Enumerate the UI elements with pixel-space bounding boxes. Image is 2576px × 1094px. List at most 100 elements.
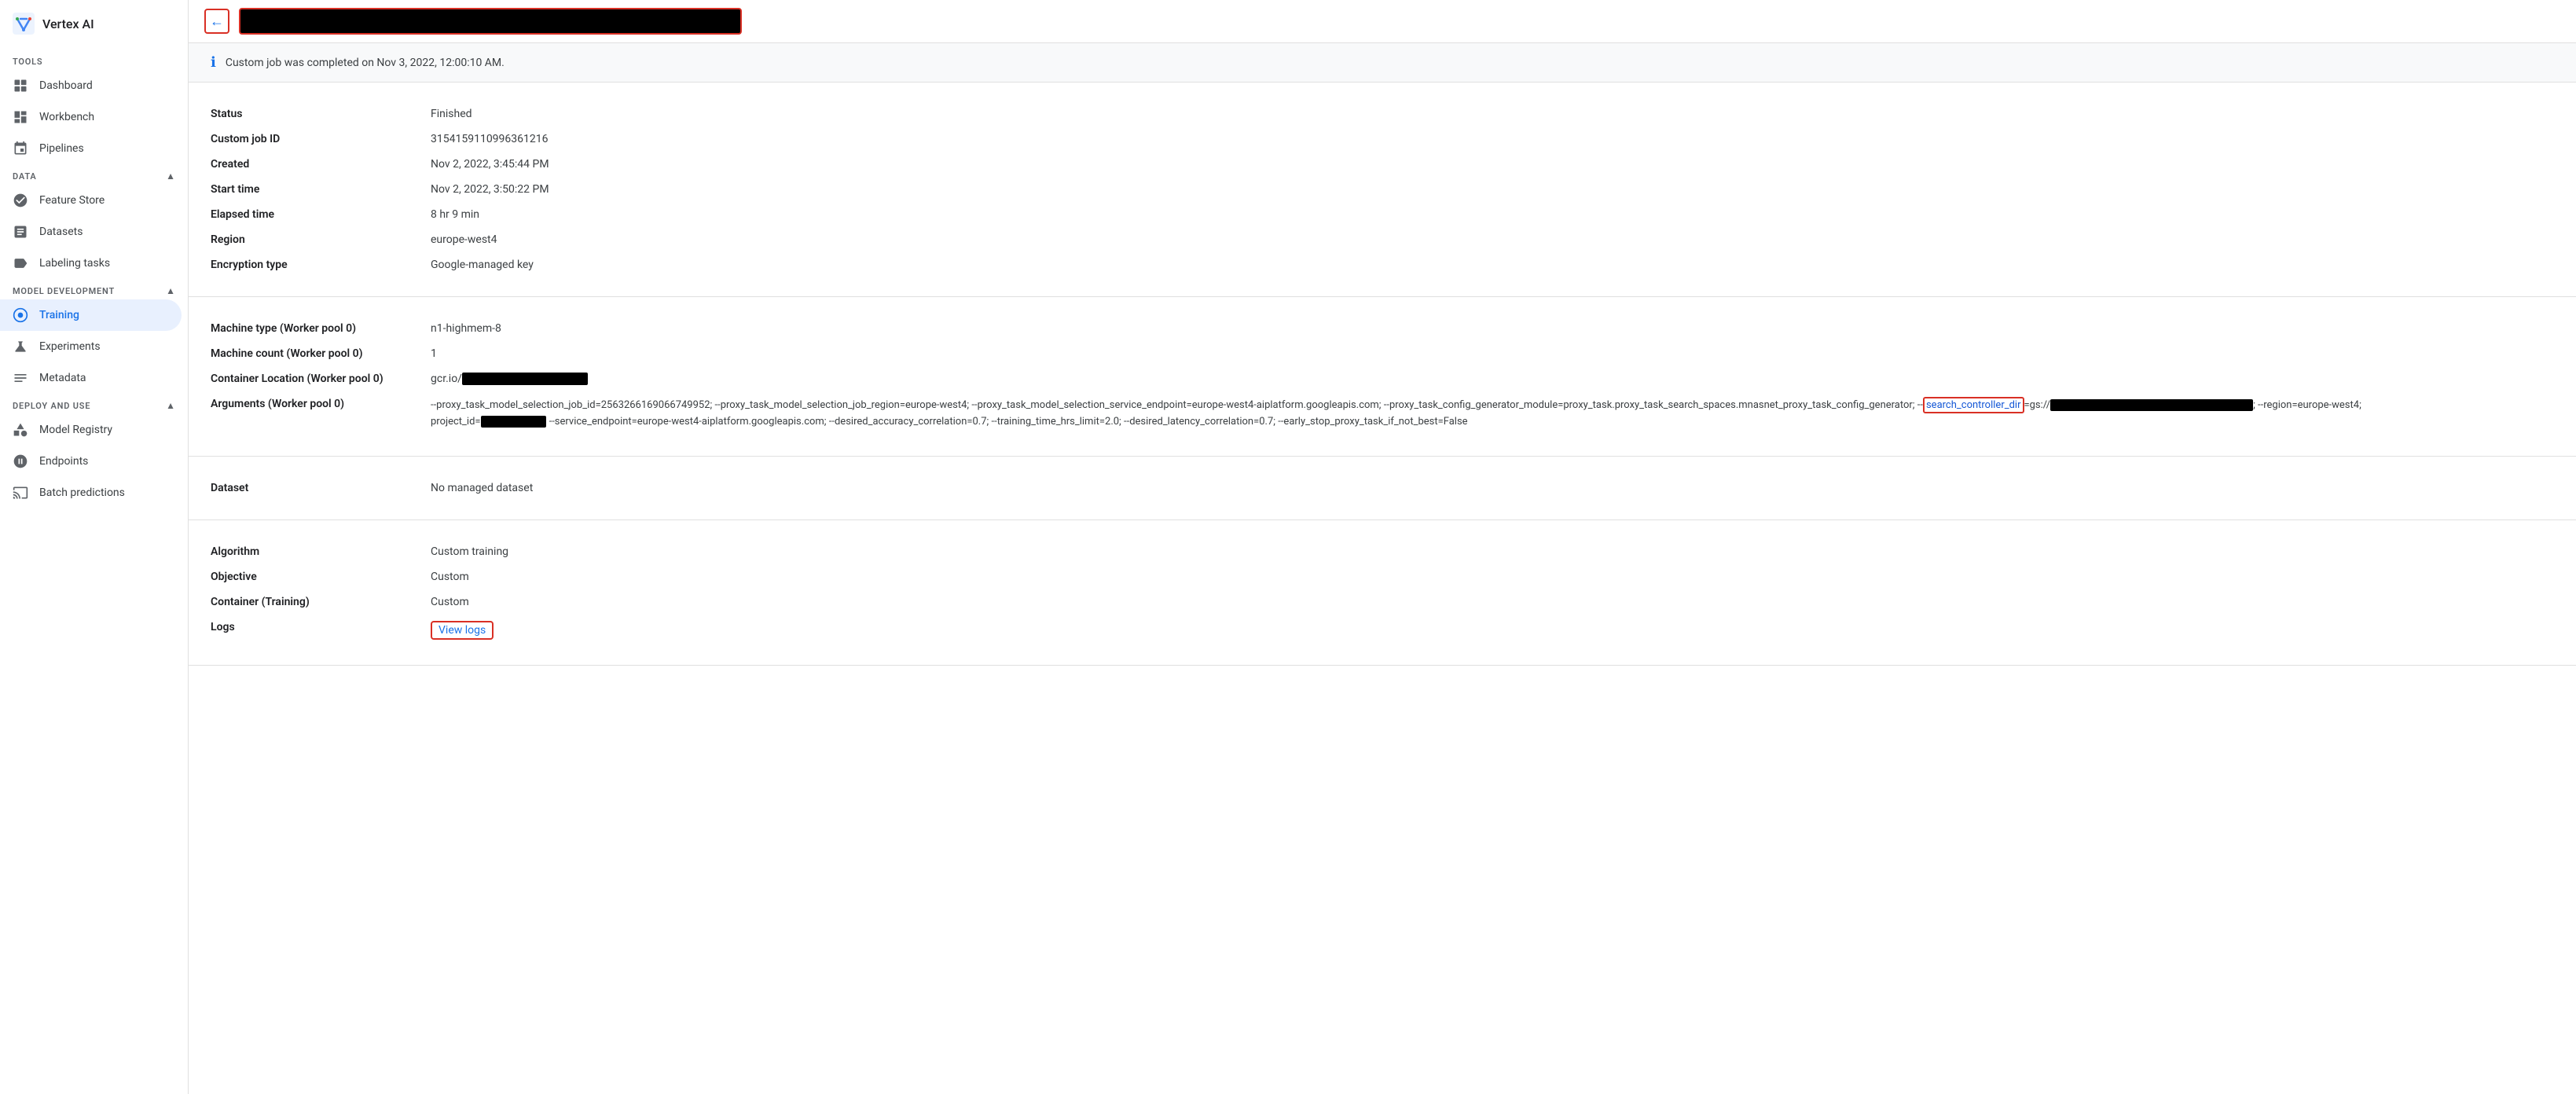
machine-type-value: n1-highmem-8 — [431, 322, 2554, 335]
app-logo: Vertex AI — [0, 0, 188, 50]
job-id-value: 315415911099636121​6 — [431, 133, 2554, 145]
content-area: ℹ Custom job was completed on Nov 3, 202… — [189, 43, 2576, 1094]
sidebar-item-labeling-tasks[interactable]: Labeling tasks — [0, 248, 182, 279]
sidebar-item-datasets[interactable]: Datasets — [0, 216, 182, 248]
sidebar-item-endpoints[interactable]: Endpoints — [0, 446, 182, 477]
feature-store-label: Feature Store — [39, 194, 105, 207]
status-row: Status Finished — [211, 101, 2554, 127]
start-time-label: Start time — [211, 183, 431, 196]
tools-section-label: TOOLS — [0, 50, 188, 70]
main-content: ← ℹ Custom job was completed on Nov 3, 2… — [189, 0, 2576, 1094]
model-dev-section-header: MODEL DEVELOPMENT ▲ — [0, 279, 188, 299]
batch-icon — [13, 485, 28, 501]
dataset-label: Dataset — [211, 482, 431, 494]
deploy-section-header: DEPLOY AND USE ▲ — [0, 394, 188, 414]
app-title: Vertex AI — [42, 17, 94, 31]
arguments-value: --proxy_task_model_selection_job_id=2563… — [431, 398, 2554, 431]
view-logs-link[interactable]: View logs — [431, 621, 494, 640]
container-location-value: gcr.io/ — [431, 373, 2554, 385]
machine-type-label: Machine type (Worker pool 0) — [211, 322, 431, 335]
args-project-id-redacted — [481, 416, 547, 428]
objective-label: Objective — [211, 571, 431, 583]
args-highlight-search-controller-dir: search_controller_dir — [1923, 397, 2024, 413]
args-redacted-path — [2050, 399, 2253, 411]
args-text-before: --proxy_task_model_selection_job_id=2563… — [431, 399, 1923, 411]
info-banner: ℹ Custom job was completed on Nov 3, 202… — [189, 43, 2576, 83]
sidebar-item-batch-predictions[interactable]: Batch predictions — [0, 477, 182, 508]
sidebar-item-metadata[interactable]: Metadata — [0, 362, 182, 394]
encryption-label: Encryption type — [211, 259, 431, 271]
datasets-label: Datasets — [39, 226, 83, 238]
sidebar-item-training[interactable]: Training — [0, 299, 182, 331]
dataset-row: Dataset No managed dataset — [211, 475, 2554, 501]
machine-count-value: 1 — [431, 347, 2554, 360]
dataset-value: No managed dataset — [431, 482, 2554, 494]
objective-row: Objective Custom — [211, 564, 2554, 589]
encryption-row: Encryption type Google-managed key — [211, 252, 2554, 277]
training-label: Training — [39, 309, 79, 321]
back-button[interactable]: ← — [204, 9, 229, 34]
back-arrow-icon: ← — [210, 13, 224, 30]
logs-label: Logs — [211, 621, 431, 633]
sidebar-item-feature-store[interactable]: Feature Store — [0, 185, 182, 216]
container-location-label: Container Location (Worker pool 0) — [211, 373, 431, 385]
created-value: Nov 2, 2022, 3:45:44 PM — [431, 158, 2554, 171]
container-training-label: Container (Training) — [211, 596, 431, 608]
machine-count-label: Machine count (Worker pool 0) — [211, 347, 431, 360]
start-time-value: Nov 2, 2022, 3:50:22 PM — [431, 183, 2554, 196]
algorithm-value: Custom training — [431, 545, 2554, 558]
data-section-header: DATA ▲ — [0, 164, 188, 185]
info-icon: ℹ — [211, 54, 216, 71]
container-training-row: Container (Training) Custom — [211, 589, 2554, 615]
logs-row: Logs View logs — [211, 615, 2554, 646]
sidebar-item-experiments[interactable]: Experiments — [0, 331, 182, 362]
model-dev-section-label: MODEL DEVELOPMENT — [13, 286, 115, 296]
pipelines-icon — [13, 141, 28, 156]
workbench-icon — [13, 109, 28, 125]
start-time-row: Start time Nov 2, 2022, 3:50:22 PM — [211, 177, 2554, 202]
status-label: Status — [211, 108, 431, 120]
args-equals-gs: =gs:// — [2024, 399, 2051, 411]
sidebar-item-dashboard[interactable]: Dashboard — [0, 70, 182, 101]
objective-value: Custom — [431, 571, 2554, 583]
args-project-id-label: project_id= — [431, 416, 481, 428]
vertex-ai-logo-icon — [13, 13, 35, 35]
arguments-row: Arguments (Worker pool 0) --proxy_task_m… — [211, 391, 2554, 437]
job-id-label: Custom job ID — [211, 133, 431, 145]
dashboard-label: Dashboard — [39, 79, 93, 92]
args-line2-end: --service_endpoint=europe-west4-aiplatfo… — [546, 416, 1467, 428]
datasets-icon — [13, 224, 28, 240]
algorithm-section: Algorithm Custom training Objective Cust… — [189, 520, 2576, 666]
job-id-row: Custom job ID 315415911099636121​6 — [211, 127, 2554, 152]
algorithm-label: Algorithm — [211, 545, 431, 558]
topbar: ← — [189, 0, 2576, 43]
region-value: europe-west4 — [431, 233, 2554, 246]
sidebar-item-pipelines[interactable]: Pipelines — [0, 133, 182, 164]
dashboard-icon — [13, 78, 28, 94]
data-chevron-icon: ▲ — [166, 171, 175, 182]
feature-store-icon — [13, 193, 28, 208]
algorithm-row: Algorithm Custom training — [211, 539, 2554, 564]
labeling-icon — [13, 255, 28, 271]
deploy-chevron-icon: ▲ — [166, 400, 175, 411]
deploy-section-label: DEPLOY AND USE — [13, 401, 90, 411]
container-location-row: Container Location (Worker pool 0) gcr.i… — [211, 366, 2554, 391]
basic-details-section: Status Finished Custom job ID 3154159110… — [189, 83, 2576, 297]
batch-predictions-label: Batch predictions — [39, 486, 125, 499]
region-row: Region europe-west4 — [211, 227, 2554, 252]
metadata-label: Metadata — [39, 372, 86, 384]
region-label: Region — [211, 233, 431, 246]
status-value: Finished — [431, 108, 2554, 120]
args-region: ; --region=europe-west4; — [2253, 399, 2361, 411]
page-title-input[interactable] — [239, 8, 742, 35]
created-label: Created — [211, 158, 431, 171]
experiments-icon — [13, 339, 28, 354]
sidebar-item-workbench[interactable]: Workbench — [0, 101, 182, 133]
sidebar: Vertex AI TOOLS Dashboard Workbench Pipe… — [0, 0, 189, 1094]
container-location-redacted — [462, 373, 588, 385]
endpoints-label: Endpoints — [39, 455, 88, 468]
endpoints-icon — [13, 453, 28, 469]
info-message: Custom job was completed on Nov 3, 2022,… — [226, 57, 505, 69]
sidebar-item-model-registry[interactable]: Model Registry — [0, 414, 182, 446]
dataset-section: Dataset No managed dataset — [189, 457, 2576, 520]
